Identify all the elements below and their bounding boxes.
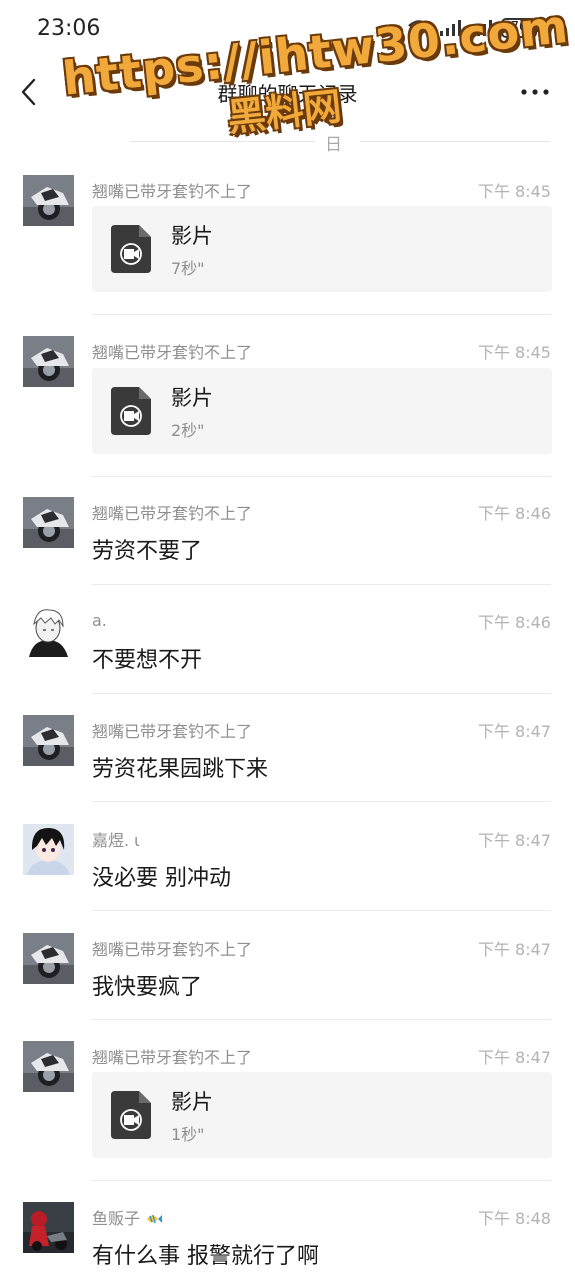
avatar[interactable] bbox=[23, 175, 74, 226]
divider bbox=[92, 693, 551, 694]
more-button[interactable] bbox=[519, 82, 551, 102]
signal-icon bbox=[440, 20, 461, 36]
avatar[interactable] bbox=[23, 715, 74, 766]
message-text: 劳资花果园跳下来 bbox=[92, 757, 269, 782]
sender-name-text: 鱼贩子 bbox=[92, 1209, 141, 1228]
sender-name: a. bbox=[92, 611, 107, 630]
video-file-icon bbox=[111, 225, 151, 273]
message-time: 下午 8:46 bbox=[477, 613, 551, 632]
avatar[interactable] bbox=[23, 497, 74, 548]
sender-name: 翘嘴已带牙套钓不上了 bbox=[92, 343, 253, 362]
message-time: 下午 8:47 bbox=[477, 831, 551, 850]
date-separator: 日 bbox=[0, 130, 575, 155]
status-icons: 70 bbox=[406, 18, 540, 38]
divider bbox=[92, 910, 551, 911]
message-text: 有什么事 报警就行了啊 bbox=[92, 1244, 319, 1269]
file-duration: 2秒" bbox=[171, 421, 205, 440]
message-time: 下午 8:48 bbox=[477, 1209, 551, 1228]
file-name: 影片 bbox=[171, 1090, 213, 1114]
battery-icon: 70 bbox=[501, 18, 540, 38]
date-label: 日 bbox=[325, 135, 342, 155]
message-time: 下午 8:47 bbox=[477, 722, 551, 741]
sender-name: 翘嘴已带牙套钓不上了 bbox=[92, 940, 253, 959]
video-file-card[interactable]: 影片 1秒" bbox=[92, 1072, 552, 1158]
avatar[interactable] bbox=[23, 606, 74, 657]
message-time: 下午 8:47 bbox=[477, 940, 551, 959]
avatar[interactable] bbox=[23, 933, 74, 984]
file-duration: 1秒" bbox=[171, 1125, 205, 1144]
video-file-icon bbox=[111, 387, 151, 435]
video-file-icon bbox=[111, 1091, 151, 1139]
sender-name: 翘嘴已带牙套钓不上了 bbox=[92, 722, 253, 741]
signal-icon bbox=[471, 20, 492, 36]
divider bbox=[92, 314, 551, 315]
divider bbox=[92, 1180, 551, 1181]
sender-name: 翘嘴已带牙套钓不上了 bbox=[92, 182, 253, 201]
anime-avatar-image bbox=[23, 606, 74, 657]
message-text: 劳资不要了 bbox=[92, 539, 203, 564]
wifi-icon bbox=[408, 20, 430, 38]
motorcycle-avatar-image bbox=[23, 175, 74, 226]
more-icon bbox=[521, 89, 549, 95]
file-name: 影片 bbox=[171, 386, 213, 410]
divider bbox=[92, 1019, 551, 1020]
motorcycle-avatar-image bbox=[23, 715, 74, 766]
avatar[interactable] bbox=[23, 336, 74, 387]
avatar[interactable] bbox=[23, 1202, 74, 1253]
message-text: 没必要 别冲动 bbox=[92, 866, 231, 891]
nav-bar: 群聊的聊天记录 bbox=[0, 60, 575, 125]
file-duration: 7秒" bbox=[171, 259, 205, 278]
motorcycle-avatar-image bbox=[23, 336, 74, 387]
motorcycle-avatar-image bbox=[23, 933, 74, 984]
status-bar: 23:06 70 bbox=[0, 0, 575, 60]
divider bbox=[92, 801, 551, 802]
sender-name: 鱼贩子 bbox=[92, 1205, 163, 1229]
page-title: 群聊的聊天记录 bbox=[217, 82, 358, 106]
message-time: 下午 8:45 bbox=[477, 182, 551, 201]
fish-emoji-icon bbox=[147, 1214, 163, 1224]
video-file-card[interactable]: 影片 7秒" bbox=[92, 206, 552, 292]
sender-name: 嘉煜. ι bbox=[92, 831, 140, 850]
message-text: 我快要疯了 bbox=[92, 975, 203, 1000]
message-time: 下午 8:47 bbox=[477, 1048, 551, 1067]
motorcycle-avatar-image bbox=[23, 497, 74, 548]
date-divider-right bbox=[360, 141, 550, 142]
divider bbox=[92, 476, 551, 477]
message-time: 下午 8:46 bbox=[477, 504, 551, 523]
sender-name: 翘嘴已带牙套钓不上了 bbox=[92, 504, 253, 523]
avatar[interactable] bbox=[23, 1041, 74, 1092]
sender-name: 翘嘴已带牙套钓不上了 bbox=[92, 1048, 253, 1067]
status-time: 23:06 bbox=[37, 16, 101, 41]
file-name: 影片 bbox=[171, 224, 213, 248]
divider bbox=[92, 584, 551, 585]
message-time: 下午 8:45 bbox=[477, 343, 551, 362]
date-divider-left bbox=[130, 141, 315, 142]
video-file-card[interactable]: 影片 2秒" bbox=[92, 368, 552, 454]
rider-avatar-image bbox=[23, 1202, 74, 1253]
avatar[interactable] bbox=[23, 824, 74, 875]
message-text: 不要想不开 bbox=[92, 648, 203, 673]
anime-avatar-image bbox=[23, 824, 74, 875]
motorcycle-avatar-image bbox=[23, 1041, 74, 1092]
